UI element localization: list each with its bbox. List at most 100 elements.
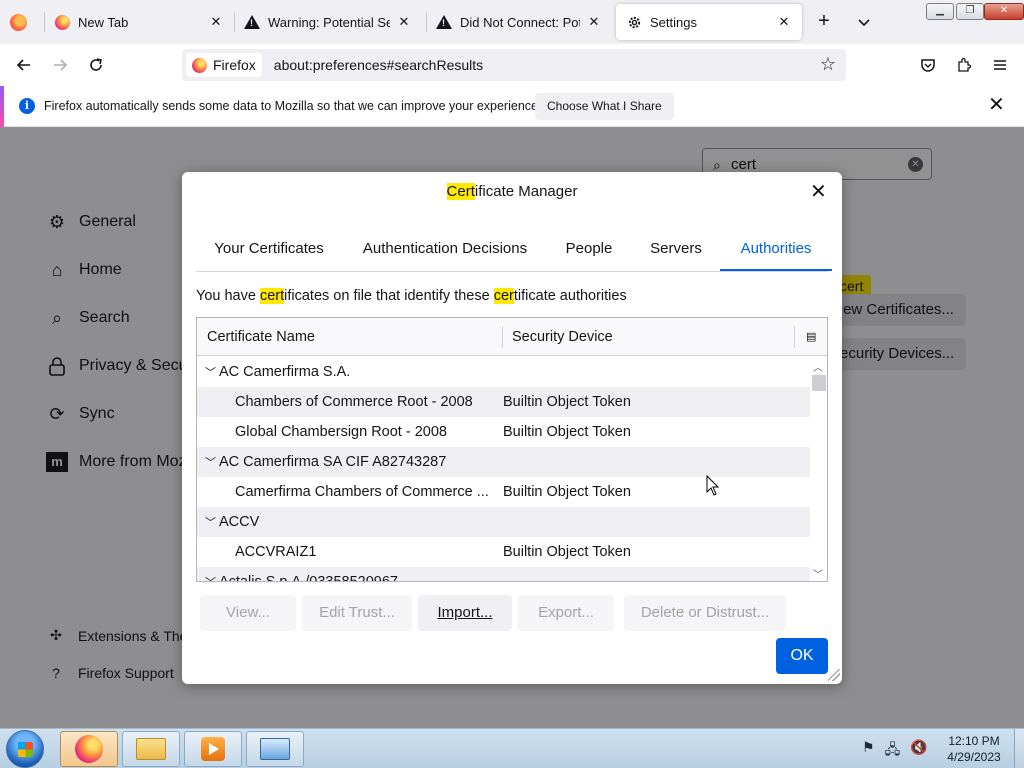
extensions-icon[interactable] [952, 53, 976, 77]
group-name: AC Camerfirma S.A. [219, 364, 351, 380]
scrollbar-thumb[interactable] [812, 375, 826, 391]
import-button[interactable]: Import... [418, 595, 512, 631]
taskbar-explorer[interactable] [122, 731, 180, 767]
identity-label: Firefox [213, 57, 256, 73]
tree-group-row[interactable]: ﹀ Actalis S.p.A./03358520967 [197, 567, 810, 582]
flag-icon[interactable]: ⚑ [862, 739, 875, 763]
tree-cert-row[interactable]: ACCVRAIZ1 Builtin Object Token [197, 537, 810, 567]
close-tab-icon[interactable]: ✕ [776, 14, 792, 30]
cert-name: Global Chambersign Root - 2008 [235, 424, 447, 440]
identity-box[interactable]: Firefox [186, 53, 262, 77]
new-tab-button[interactable]: + [812, 10, 836, 34]
edit-trust-button[interactable]: Edit Trust... [302, 595, 412, 631]
tree-scrollbar[interactable]: ︿ ﹀ [810, 357, 827, 581]
close-tab-icon[interactable]: ✕ [208, 14, 224, 30]
list-all-tabs-icon[interactable] [854, 12, 874, 32]
maximize-button[interactable]: ❐ [956, 3, 984, 20]
firefox-icon [54, 14, 70, 30]
tab-settings[interactable]: Settings ✕ [616, 4, 802, 40]
notification-accent [0, 86, 4, 127]
firefox-view-icon[interactable] [10, 14, 27, 31]
tab-title: Did Not Connect: Potential Security Issu… [460, 14, 580, 30]
tab-security-warning[interactable]: Warning: Potential Security Risk Ahead ✕ [234, 0, 422, 44]
taskbar-media-player[interactable] [184, 731, 242, 767]
tab-authorities[interactable]: Authorities [720, 234, 832, 271]
title-highlight: Cert [446, 183, 475, 200]
info-icon: i [19, 98, 35, 114]
clock-date: 4/29/2023 [947, 750, 1001, 764]
tree-cert-row[interactable]: Global Chambersign Root - 2008 Builtin O… [197, 417, 810, 447]
chevron-down-icon[interactable]: ﹀ [205, 454, 216, 470]
tree-group-row[interactable]: ﹀ ACCV [197, 507, 810, 537]
column-security-device[interactable]: Security Device [512, 329, 613, 345]
close-tab-icon[interactable]: ✕ [586, 14, 602, 30]
start-button[interactable] [6, 730, 44, 768]
taskbar-clock[interactable]: 12:10 PM 4/29/2023 [936, 733, 1012, 765]
column-certificate-name[interactable]: Certificate Name [207, 329, 315, 345]
title-rest: ificate Manager [474, 183, 578, 200]
reload-button[interactable] [84, 53, 108, 77]
network-icon[interactable]: 🖧 [885, 739, 901, 763]
url-text[interactable]: about:preferences#searchResults [274, 57, 483, 73]
cert-name: Camerfirma Chambers of Commerce ... [235, 484, 489, 500]
chevron-down-icon[interactable]: ﹀ [205, 574, 216, 581]
url-bar[interactable]: Firefox about:preferences#searchResults … [182, 49, 846, 81]
cert-device: Builtin Object Token [503, 424, 631, 440]
window-close-button[interactable]: ✕ [984, 3, 1024, 20]
bookmark-star-icon[interactable]: ☆ [820, 55, 836, 73]
cert-device: Builtin Object Token [503, 484, 631, 500]
certificate-tree[interactable]: Certificate Name Security Device ▤ ﹀ AC … [196, 317, 828, 582]
close-tab-icon[interactable]: ✕ [396, 14, 412, 30]
scroll-up-icon[interactable]: ︿ [813, 359, 823, 374]
tree-group-row[interactable]: ﹀ AC Camerfirma SA CIF A82743287 [197, 447, 810, 477]
chevron-down-icon[interactable]: ﹀ [205, 514, 216, 530]
export-button[interactable]: Export... [518, 595, 614, 631]
choose-what-i-share-button[interactable]: Choose What I Share [535, 93, 674, 120]
show-desktop-button[interactable] [1014, 729, 1024, 768]
volume-muted-icon[interactable]: 🔇 [910, 739, 927, 763]
dialog-close-icon[interactable]: ✕ [810, 182, 827, 202]
tab-did-not-connect[interactable]: Did Not Connect: Potential Security Issu… [426, 0, 612, 44]
tab-authentication-decisions[interactable]: Authentication Decisions [357, 234, 533, 271]
group-name: Actalis S.p.A./03358520967 [219, 574, 398, 582]
tree-cert-row[interactable]: Chambers of Commerce Root - 2008 Builtin… [197, 387, 810, 417]
authorities-description: You have certificates on file that ident… [196, 288, 627, 304]
taskbar-firefox[interactable] [60, 731, 118, 767]
cert-name: ACCVRAIZ1 [235, 544, 317, 560]
desc-highlight: cer [493, 288, 514, 304]
tree-group-row[interactable]: ﹀ AC Camerfirma S.A. [197, 357, 810, 387]
certificate-manager-dialog: Certificate Manager ✕ Your Certificates … [182, 172, 842, 684]
cert-name: Chambers of Commerce Root - 2008 [235, 394, 473, 410]
desc-text: ificates on file that identify these [284, 288, 494, 304]
warning-icon [436, 14, 452, 30]
forward-button[interactable] [48, 53, 72, 77]
view-button[interactable]: View... [200, 595, 296, 631]
tab-servers[interactable]: Servers [647, 234, 705, 271]
remote-desktop-icon [260, 738, 290, 760]
group-name: ACCV [219, 514, 260, 530]
taskbar-remote-desktop[interactable] [246, 731, 304, 767]
minimize-button[interactable]: ▁ [926, 3, 954, 20]
delete-or-distrust-button[interactable]: Delete or Distrust... [624, 595, 786, 631]
warning-icon [244, 14, 260, 30]
close-notification-icon[interactable]: ✕ [988, 95, 1005, 115]
certificate-tabs: Your Certificates Authentication Decisio… [196, 234, 832, 272]
tab-strip: New Tab ✕ Warning: Potential Security Ri… [0, 0, 1024, 44]
tab-people[interactable]: People [562, 234, 616, 271]
chevron-down-icon[interactable]: ﹀ [205, 364, 216, 380]
tab-new-tab[interactable]: New Tab ✕ [44, 0, 234, 44]
resize-grip[interactable] [828, 669, 840, 681]
column-divider[interactable] [794, 326, 795, 348]
column-divider[interactable] [502, 326, 503, 348]
navigation-toolbar: Firefox about:preferences#searchResults … [0, 44, 1024, 86]
tree-rows: ﹀ AC Camerfirma S.A. Chambers of Commerc… [197, 357, 810, 582]
tree-header: Certificate Name Security Device ▤ [197, 318, 827, 356]
scroll-down-icon[interactable]: ﹀ [813, 566, 823, 581]
tab-your-certificates[interactable]: Your Certificates [202, 234, 336, 271]
ok-button[interactable]: OK [776, 638, 828, 674]
hamburger-menu-icon[interactable] [988, 53, 1012, 77]
notification-message: Firefox automatically sends some data to… [44, 99, 542, 113]
back-button[interactable] [12, 53, 36, 77]
pocket-icon[interactable] [916, 53, 940, 77]
column-picker-icon[interactable]: ▤ [806, 330, 816, 343]
